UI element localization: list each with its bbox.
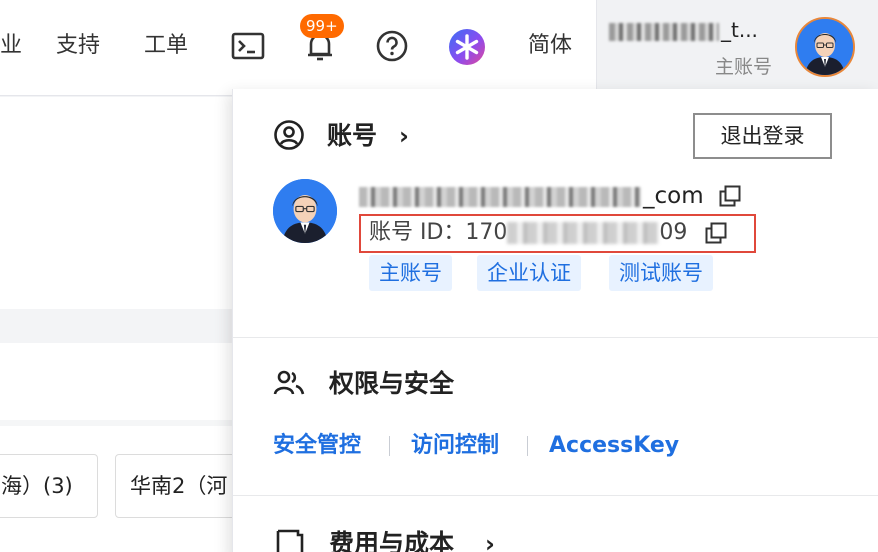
section-divider [233, 495, 878, 496]
top-navigation-bar: 业 支持 工单 99+ 简体 _t... 主账号 [0, 0, 878, 96]
billing-icon [275, 529, 305, 552]
account-dropdown-panel: 账号 › 退出登录 _com 账号 ID：170 09 主账号 企业认证 测试账… [232, 89, 878, 552]
chevron-right-icon[interactable]: › [399, 119, 409, 153]
avatar[interactable] [795, 17, 855, 77]
copy-icon[interactable] [705, 222, 727, 244]
region-tab[interactable]: 华南2（河 [115, 454, 245, 518]
content-divider-band [0, 309, 232, 343]
user-circle-icon [273, 119, 305, 155]
link-accesskey[interactable]: AccessKey [549, 431, 679, 461]
ai-assistant-icon[interactable] [448, 28, 486, 70]
redacted-text [507, 222, 660, 244]
billing-section-title[interactable]: 费用与成本 [329, 527, 454, 552]
language-switch[interactable]: 简体 [528, 30, 572, 62]
nav-item-tickets[interactable]: 工单 [144, 30, 188, 62]
redacted-text [359, 186, 641, 207]
nav-item-partial[interactable]: 业 [0, 30, 22, 62]
account-id: 账号 ID：170 09 [369, 220, 688, 245]
logout-button[interactable]: 退出登录 [693, 113, 832, 159]
notification-badge: 99+ [300, 14, 344, 38]
account-role: 主账号 [715, 56, 773, 78]
help-icon[interactable] [376, 30, 408, 66]
tag-test-account: 测试账号 [609, 255, 713, 291]
security-section-title: 权限与安全 [329, 369, 455, 398]
account-section-title[interactable]: 账号 [327, 119, 377, 153]
chevron-right-icon[interactable]: › [485, 527, 495, 552]
account-email: _com [359, 181, 704, 211]
link-separator [527, 436, 528, 456]
redacted-text [609, 22, 719, 41]
section-divider [233, 337, 878, 338]
copy-icon[interactable] [719, 185, 741, 207]
nav-item-support[interactable]: 支持 [56, 30, 100, 62]
tag-main-account: 主账号 [369, 255, 452, 291]
avatar [273, 179, 337, 243]
region-tab[interactable]: 海）(3) [0, 454, 98, 518]
content-divider-line [0, 420, 232, 426]
terminal-icon[interactable] [231, 32, 265, 64]
link-separator [389, 436, 390, 456]
account-menu-trigger[interactable]: _t... 主账号 [596, 0, 878, 96]
account-name: _t... [609, 18, 758, 42]
link-security-control[interactable]: 安全管控 [273, 431, 361, 461]
tag-enterprise-verified: 企业认证 [477, 255, 581, 291]
users-icon [273, 367, 305, 403]
link-access-control[interactable]: 访问控制 [411, 431, 499, 461]
